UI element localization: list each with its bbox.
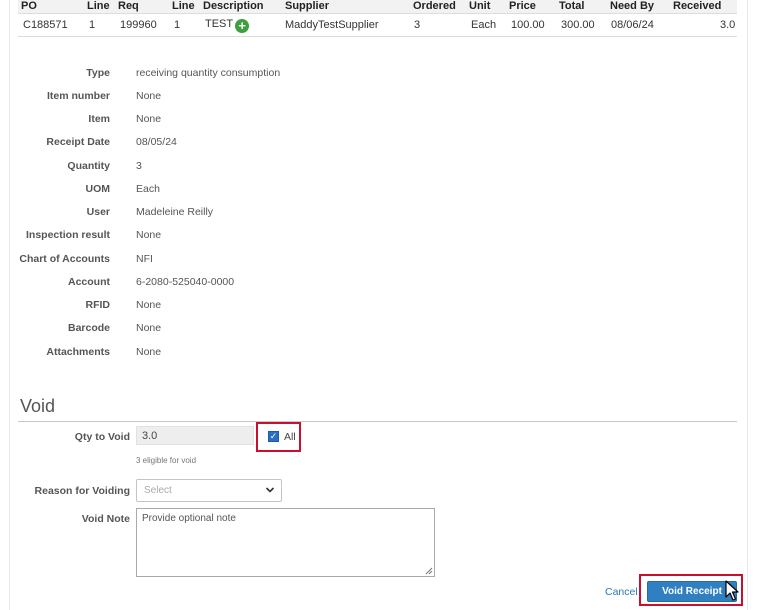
detail-row-type: Type receiving quantity consumption	[0, 67, 740, 81]
col-header-received: Received	[673, 0, 722, 12]
detail-label: User	[86, 206, 110, 218]
detail-label: Receipt Date	[46, 136, 110, 148]
resize-handle-icon[interactable]	[425, 567, 433, 575]
mouse-pointer-icon	[725, 580, 739, 601]
detail-row-account: Account 6-2080-525040-0000	[0, 276, 740, 290]
price-value: 100.00	[511, 19, 545, 31]
description-value: TEST	[205, 18, 234, 30]
detail-label: Item number	[46, 90, 110, 102]
received-value: 3.0	[720, 19, 736, 31]
detail-value: None	[136, 346, 162, 358]
col-header-ordered: Ordered	[413, 0, 456, 12]
detail-row-item: Item None	[0, 113, 740, 127]
detail-value: None	[136, 299, 162, 311]
detail-row-chart-of-accounts: Chart of Accounts NFI	[0, 253, 740, 267]
void-note-placeholder: Provide optional note	[142, 513, 236, 524]
total-value: 300.00	[561, 19, 595, 31]
col-header-unit: Unit	[469, 0, 491, 12]
ordered-value: 3	[414, 19, 421, 31]
chevron-down-icon	[265, 487, 275, 493]
col-header-description: Description	[203, 0, 264, 12]
col-header-need-by: Need By	[610, 0, 655, 12]
detail-label: Account	[68, 276, 110, 288]
detail-value: None	[136, 229, 162, 241]
detail-value: NFI	[136, 253, 153, 265]
void-note-label: Void Note	[81, 513, 130, 525]
col-header-line: Line	[87, 0, 110, 12]
col-header-supplier: Supplier	[285, 0, 330, 12]
detail-value: None	[136, 113, 162, 125]
detail-label: RFID	[85, 299, 111, 311]
detail-row-inspection-result: Inspection result None	[0, 229, 740, 243]
po-line-table: PO Line Req Line Description Supplier Or…	[18, 0, 737, 37]
description-cell: TEST +	[205, 18, 250, 33]
detail-row-item-number: Item number None	[0, 90, 740, 104]
col-header-req-line: Line	[172, 0, 195, 12]
req-line-value: 1	[174, 19, 181, 31]
detail-row-rfid: RFID None	[0, 299, 740, 313]
col-header-total: Total	[559, 0, 585, 12]
detail-label: Chart of Accounts	[19, 253, 110, 265]
detail-value: 3	[136, 160, 142, 172]
detail-label: Type	[86, 67, 110, 79]
detail-row-attachments: Attachments None	[0, 346, 740, 360]
detail-value: Madeleine Reilly	[136, 206, 214, 218]
detail-row-quantity: Quantity 3	[0, 160, 740, 174]
po-number-link[interactable]: C188571	[23, 19, 68, 31]
detail-row-uom: UOM Each	[0, 183, 740, 197]
detail-value: None	[136, 90, 162, 102]
reason-select-placeholder: Select	[144, 485, 172, 496]
void-note-textarea[interactable]: Provide optional note	[136, 508, 435, 577]
detail-label: UOM	[85, 183, 111, 195]
eligible-hint: 3 eligible for void	[136, 456, 197, 465]
detail-value: 6-2080-525040-0000	[136, 276, 235, 288]
void-section-title: Void	[20, 396, 56, 416]
cancel-link[interactable]: Cancel	[605, 586, 638, 598]
reason-for-voiding-label: Reason for Voiding	[34, 485, 130, 497]
detail-label: Item	[88, 113, 110, 125]
unit-value: Each	[471, 19, 497, 31]
need-by-value: 08/06/24	[611, 19, 654, 31]
page-border-right	[747, 0, 748, 610]
col-header-po: PO	[21, 0, 37, 12]
plus-circle-icon[interactable]: +	[235, 19, 250, 33]
detail-value: receiving quantity consumption	[136, 67, 281, 79]
supplier-link[interactable]: MaddyTestSupplier	[285, 19, 379, 31]
col-header-price: Price	[509, 0, 536, 12]
detail-label: Attachments	[46, 346, 110, 358]
section-divider	[18, 421, 737, 422]
detail-label: Quantity	[67, 160, 110, 172]
detail-row-barcode: Barcode None	[0, 322, 740, 336]
detail-value: None	[136, 322, 162, 334]
po-line-value: 1	[89, 19, 96, 31]
col-header-req: Req	[118, 0, 139, 12]
void-receipt-button[interactable]: Void Receipt	[647, 581, 737, 602]
detail-row-user: User Madeleine Reilly	[0, 206, 740, 220]
detail-value: Each	[136, 183, 160, 195]
qty-to-void-input[interactable]: 3.0	[136, 426, 254, 445]
req-number-link[interactable]: 199960	[120, 19, 157, 31]
qty-to-void-label: Qty to Void	[74, 431, 130, 443]
detail-label: Inspection result	[25, 229, 110, 241]
void-all-label[interactable]: All	[284, 431, 296, 443]
detail-row-receipt-date: Receipt Date 08/05/24	[0, 136, 740, 150]
void-all-checkbox[interactable]: ✓	[268, 431, 279, 442]
reason-for-voiding-select[interactable]: Select	[136, 479, 282, 502]
detail-label: Barcode	[67, 322, 110, 334]
detail-value: 08/05/24	[136, 136, 177, 148]
